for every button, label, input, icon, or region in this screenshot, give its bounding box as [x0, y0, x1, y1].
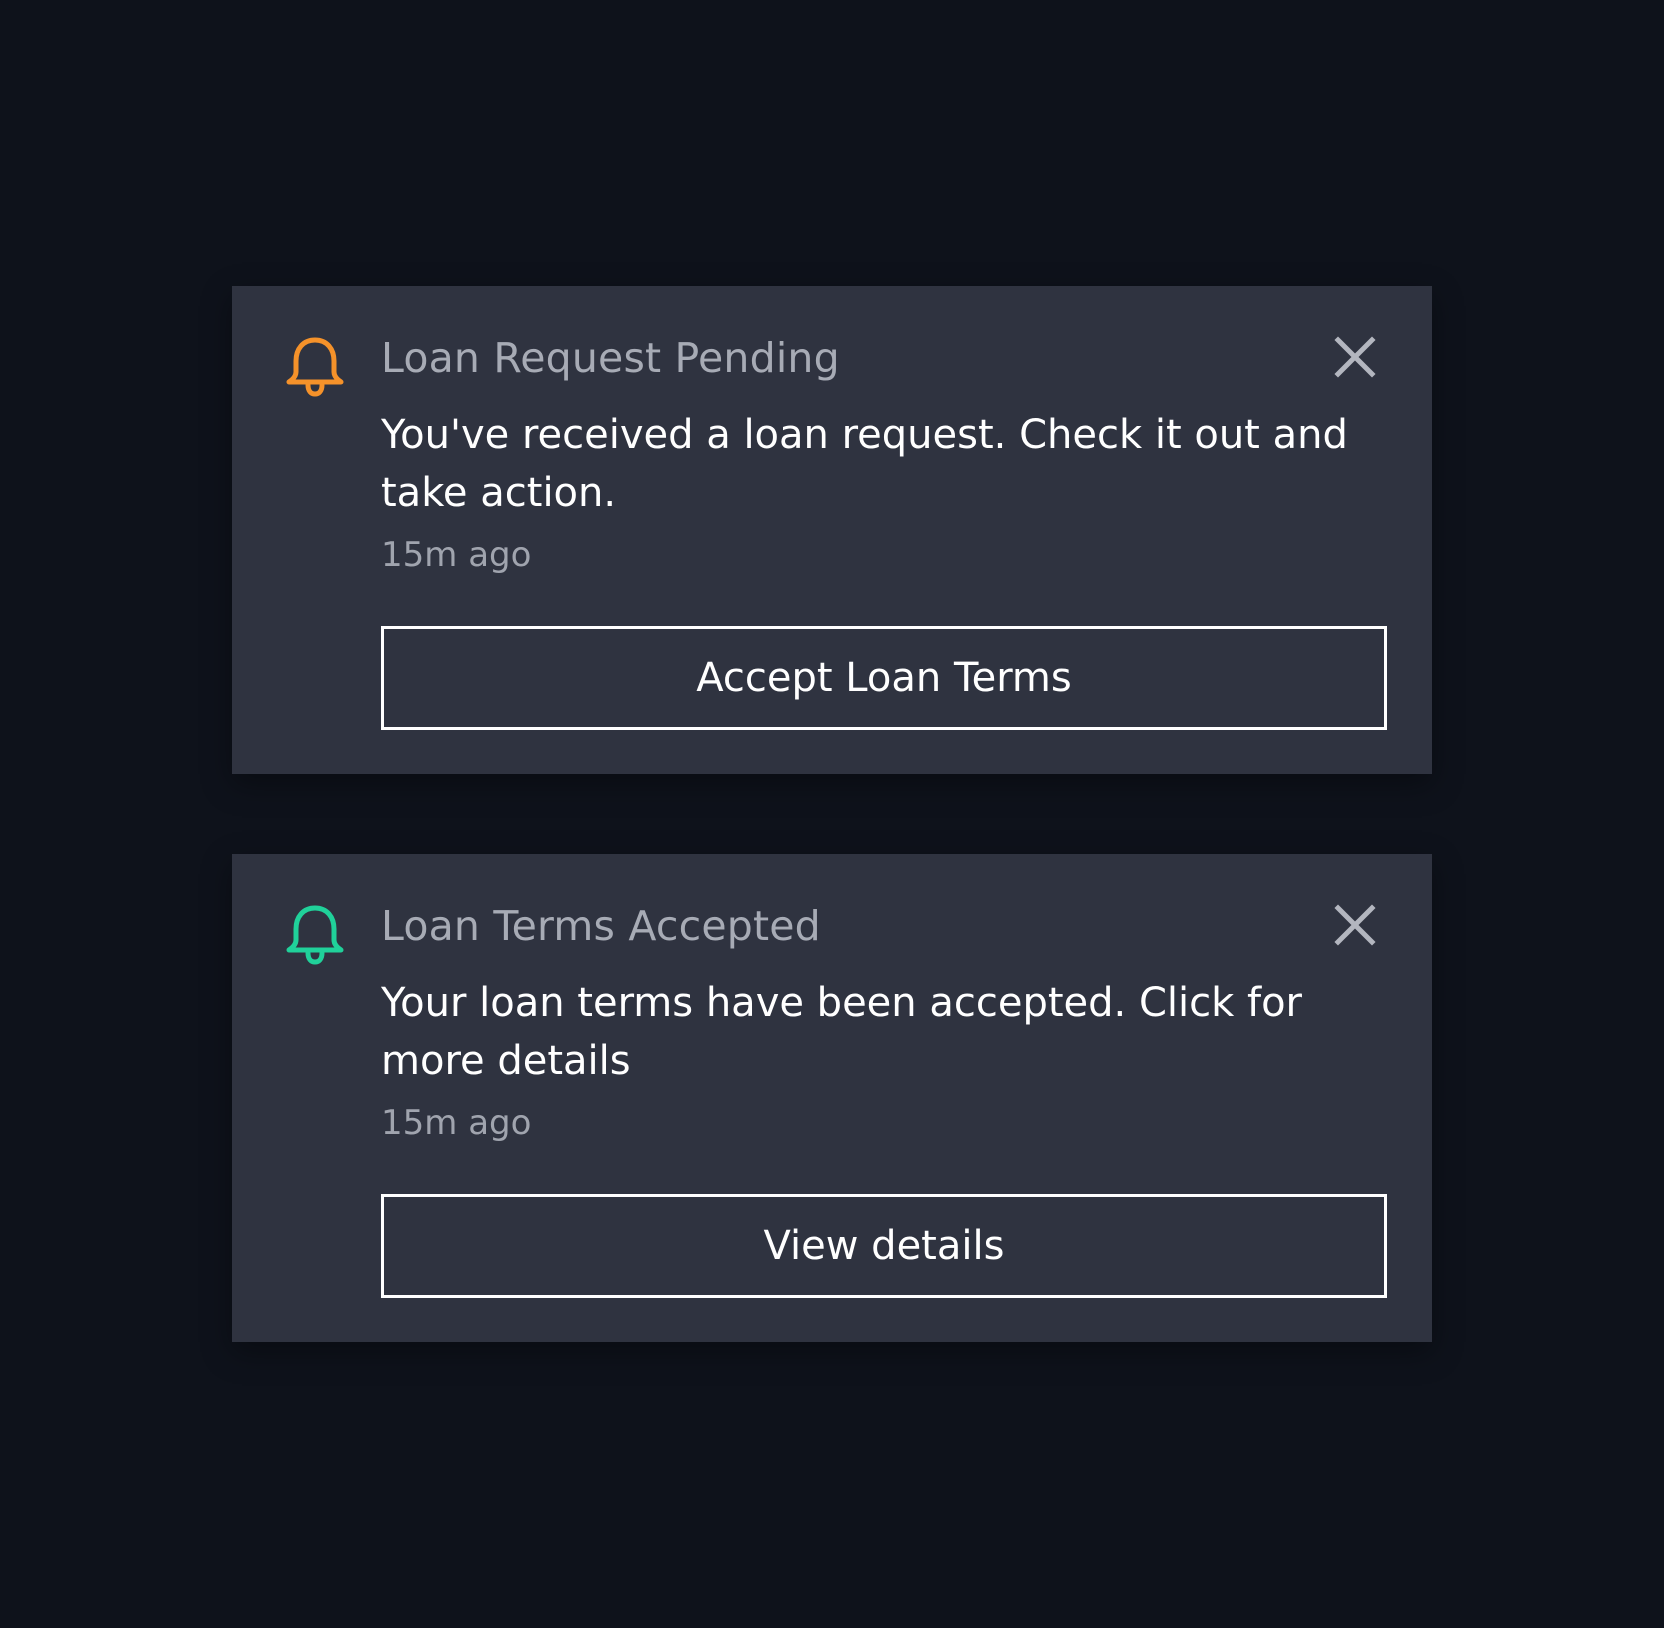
close-icon[interactable]: [1334, 336, 1376, 378]
bell-icon: [284, 902, 346, 968]
bell-icon: [284, 334, 346, 400]
close-icon[interactable]: [1334, 904, 1376, 946]
notification-card-loan-request-pending: Loan Request Pending You've received a l…: [232, 286, 1432, 774]
notification-card-loan-terms-accepted: Loan Terms Accepted Your loan terms have…: [232, 854, 1432, 1342]
notification-timestamp: 15m ago: [381, 1103, 532, 1143]
notification-message: You've received a loan request. Check it…: [381, 412, 1348, 516]
accept-loan-terms-button[interactable]: Accept Loan Terms: [381, 626, 1387, 730]
notification-title: Loan Request Pending: [381, 334, 840, 382]
notification-title: Loan Terms Accepted: [381, 902, 821, 950]
view-details-button[interactable]: View details: [381, 1194, 1387, 1298]
notification-timestamp: 15m ago: [381, 535, 532, 575]
notification-message: Your loan terms have been accepted. Clic…: [381, 980, 1302, 1084]
